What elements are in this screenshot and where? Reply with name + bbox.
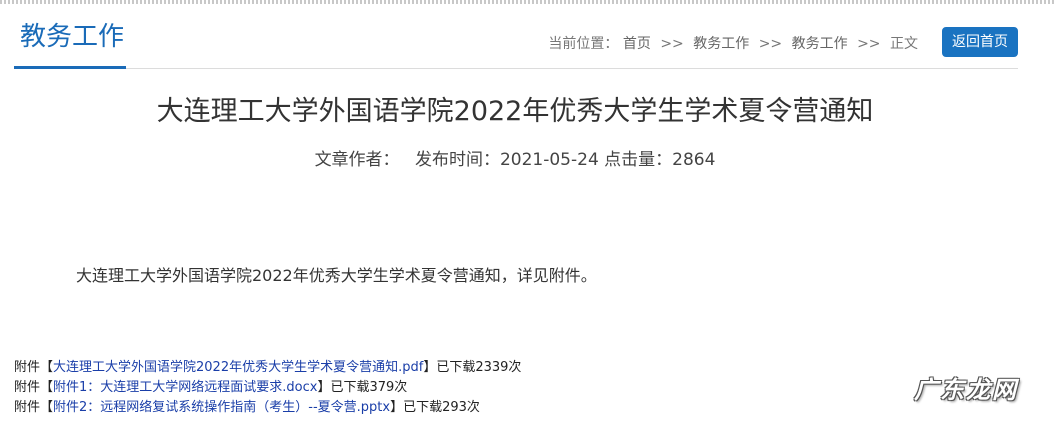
attachment-link[interactable]: 附件1：大连理工大学网络远程面试要求.docx (53, 380, 317, 395)
attachment-download-count: 】已下载379次 (317, 380, 408, 395)
attachment-item: 附件【大连理工大学外国语学院2022年优秀大学生学术夏令营通知.pdf】已下载2… (14, 358, 521, 378)
attachments-list: 附件【大连理工大学外国语学院2022年优秀大学生学术夏令营通知.pdf】已下载2… (14, 358, 521, 418)
breadcrumb-current: 正文 (890, 36, 918, 52)
breadcrumb-separator: >> (660, 36, 684, 52)
attachment-download-count: 】已下载293次 (390, 400, 480, 415)
attachment-download-count: 】已下载2339次 (423, 360, 522, 375)
attachment-item: 附件【附件1：大连理工大学网络远程面试要求.docx】已下载379次 (14, 378, 521, 398)
watermark-logo: 广东龙网 (914, 376, 1018, 404)
attachment-item: 附件【附件2：远程网络复试系统操作指南（考生）--夏令营.pptx】已下载293… (14, 398, 521, 418)
view-count: 2864 (672, 150, 716, 170)
top-dotted-border (0, 0, 1054, 4)
breadcrumb-academic-sub-link[interactable]: 教务工作 (792, 36, 848, 52)
attachment-link[interactable]: 大连理工大学外国语学院2022年优秀大学生学术夏令营通知.pdf (53, 360, 423, 375)
breadcrumb-prefix: 当前位置： (548, 36, 619, 52)
article-body: 大连理工大学外国语学院2022年优秀大学生学术夏令营通知，详见附件。 (76, 266, 597, 285)
breadcrumb: 当前位置： 首页 >> 教务工作 >> 教务工作 >> 正文 (548, 34, 918, 54)
date-label: 发布时间： (414, 150, 500, 170)
back-home-button[interactable]: 返回首页 (942, 27, 1018, 57)
views-label: 点击量： (604, 150, 673, 170)
attachment-prefix: 附件【 (14, 380, 54, 395)
breadcrumb-separator: >> (857, 36, 881, 52)
attachment-prefix: 附件【 (14, 400, 54, 415)
article-meta: 文章作者： 发布时间：2021-05-24 点击量：2864 (0, 148, 1030, 172)
page-header: 教务工作 当前位置： 首页 >> 教务工作 >> 教务工作 >> 正文 返回首页 (14, 14, 1018, 69)
attachment-prefix: 附件【 (14, 360, 54, 375)
publish-date: 2021-05-24 (499, 150, 599, 170)
breadcrumb-separator: >> (758, 36, 783, 52)
breadcrumb-home-link[interactable]: 首页 (623, 36, 651, 52)
section-title-underline (14, 66, 126, 69)
section-title: 教务工作 (20, 22, 125, 52)
attachment-link[interactable]: 附件2：远程网络复试系统操作指南（考生）--夏令营.pptx (53, 400, 390, 415)
author-label: 文章作者： (314, 150, 400, 170)
article-title: 大连理工大学外国语学院2022年优秀大学生学术夏令营通知 (156, 96, 874, 127)
breadcrumb-academic-link[interactable]: 教务工作 (693, 36, 749, 52)
